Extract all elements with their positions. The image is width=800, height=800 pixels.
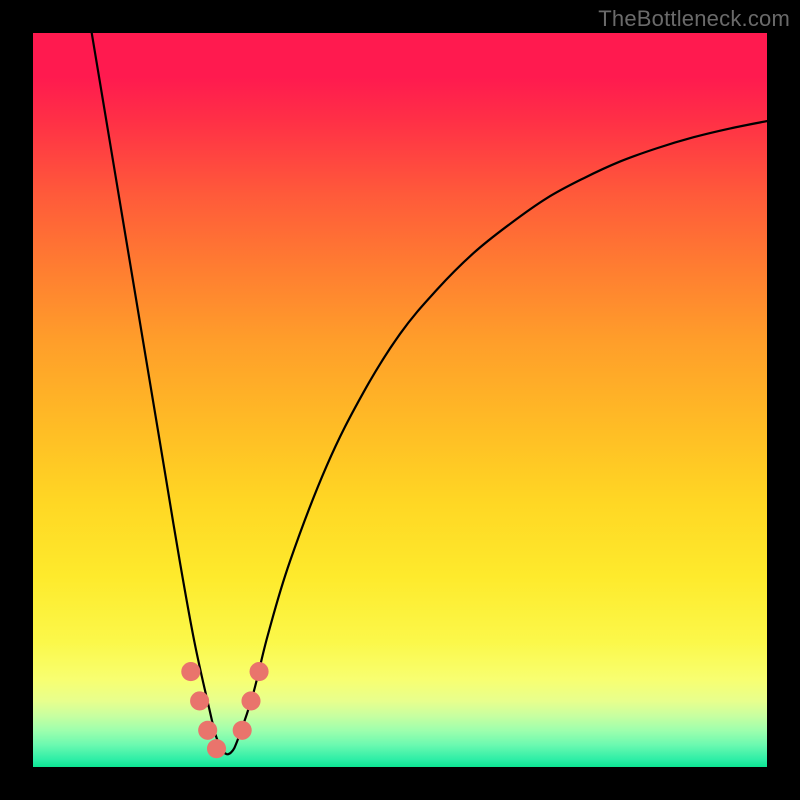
highlight-point [190, 691, 209, 710]
curve-layer [33, 33, 767, 767]
highlight-point [207, 739, 226, 758]
highlight-point [198, 721, 217, 740]
highlight-markers [181, 662, 268, 758]
highlight-point [250, 662, 269, 681]
outer-frame: TheBottleneck.com [0, 0, 800, 800]
highlight-point [241, 691, 260, 710]
highlight-point [233, 721, 252, 740]
bottleneck-curve [92, 33, 767, 754]
highlight-point [181, 662, 200, 681]
plot-area [33, 33, 767, 767]
watermark-text: TheBottleneck.com [598, 6, 790, 32]
